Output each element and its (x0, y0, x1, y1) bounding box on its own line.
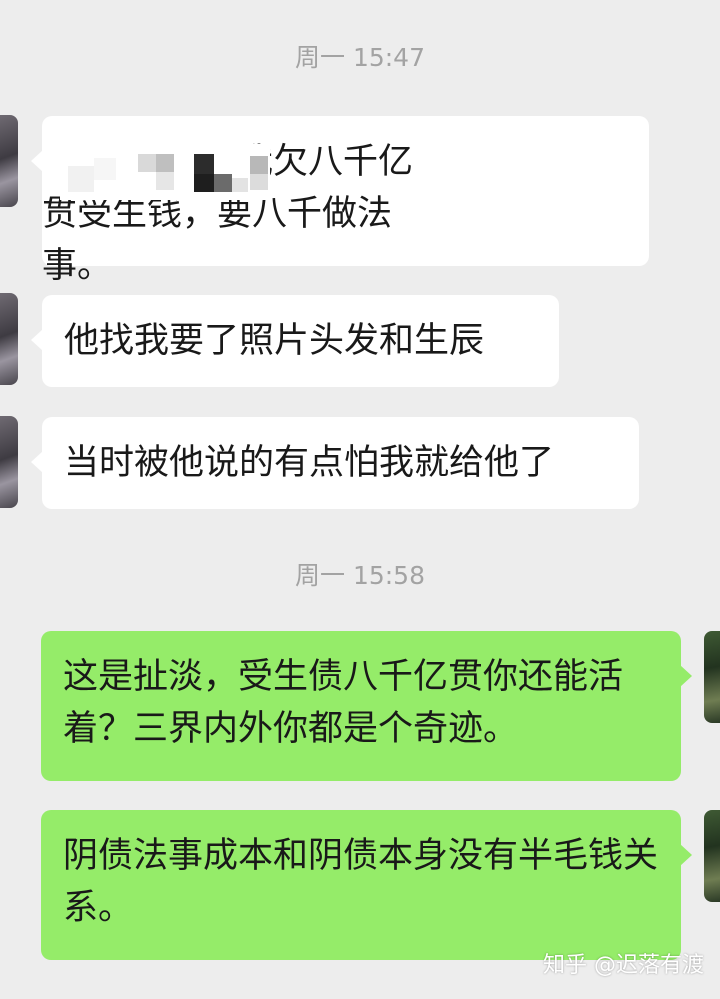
watermark: 知乎 @迟落有渡 (543, 953, 704, 978)
timestamp: 周一 15:47 (295, 43, 425, 72)
timestamp: 周一 15:58 (295, 561, 425, 590)
message-bubble-incoming[interactable]: 当时被他说的有点怕我就给他了 (31, 417, 639, 509)
message-bubble-incoming[interactable]: 我欠八千亿贯受生钱，要八千做法事。 (31, 116, 649, 286)
message-bubble-incoming[interactable]: 他找我要了照片头发和生辰 (31, 295, 559, 387)
self-avatar[interactable] (704, 631, 720, 723)
message-text: 他找我要了照片头发和生辰 (64, 321, 485, 361)
message-bubble-outgoing[interactable]: 阴债法事成本和阴债本身没有半毛钱关系。 (41, 810, 692, 960)
message-text: 阴债法事成本和阴债本身没有半毛钱关系。 (63, 836, 659, 928)
contact-avatar[interactable] (0, 416, 18, 508)
self-avatar[interactable] (704, 810, 720, 902)
message-bubble-outgoing[interactable]: 这是扯淡，受生债八千亿贯你还能活着？三界内外你都是个奇迹。 (41, 631, 692, 781)
message-text: 这是扯淡，受生债八千亿贯你还能活着？三界内外你都是个奇迹。 (63, 657, 624, 749)
message-text: 当时被他说的有点怕我就给他了 (64, 443, 555, 483)
contact-avatar[interactable] (0, 293, 18, 385)
redacted-mosaic (60, 144, 270, 200)
contact-avatar[interactable] (0, 115, 18, 207)
